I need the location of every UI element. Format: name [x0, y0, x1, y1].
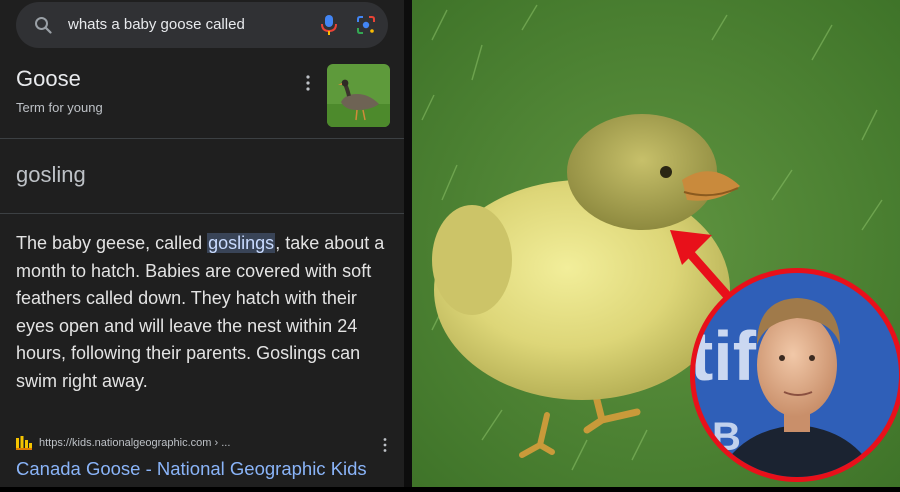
snippet-text: , take about a month to hatch. Babies ar…: [16, 233, 385, 391]
search-bar[interactable]: whats a baby goose called: [16, 2, 388, 48]
search-icon: [35, 17, 52, 34]
gosling-photo: tif B: [412, 0, 900, 487]
lens-icon[interactable]: [356, 15, 376, 35]
result-link[interactable]: Canada Goose - National Geographic Kids: [16, 458, 367, 480]
answer-text: gosling: [16, 162, 86, 187]
snippet-text: The baby geese, called: [16, 233, 208, 253]
entity-subtitle: Term for young: [16, 100, 103, 115]
goose-thumbnail[interactable]: [327, 64, 390, 127]
natgeo-favicon-icon: [16, 436, 32, 450]
more-options-icon[interactable]: [302, 74, 314, 92]
divider: [0, 138, 404, 139]
search-results-panel: whats a baby goose called Goose Term for…: [0, 0, 404, 487]
source-url: https://kids.nationalgeographic.com › ..…: [39, 437, 231, 449]
panel-divider: [404, 0, 412, 487]
source-citation[interactable]: https://kids.nationalgeographic.com › ..…: [16, 436, 230, 450]
entity-title: Goose: [16, 66, 81, 91]
snippet-highlight: goslings: [207, 233, 276, 253]
result-more-options-icon[interactable]: [380, 437, 390, 453]
divider: [0, 213, 404, 214]
featured-snippet: The baby geese, called goslings, take ab…: [16, 230, 396, 395]
mic-icon[interactable]: [320, 14, 338, 36]
search-input[interactable]: whats a baby goose called: [68, 16, 245, 33]
